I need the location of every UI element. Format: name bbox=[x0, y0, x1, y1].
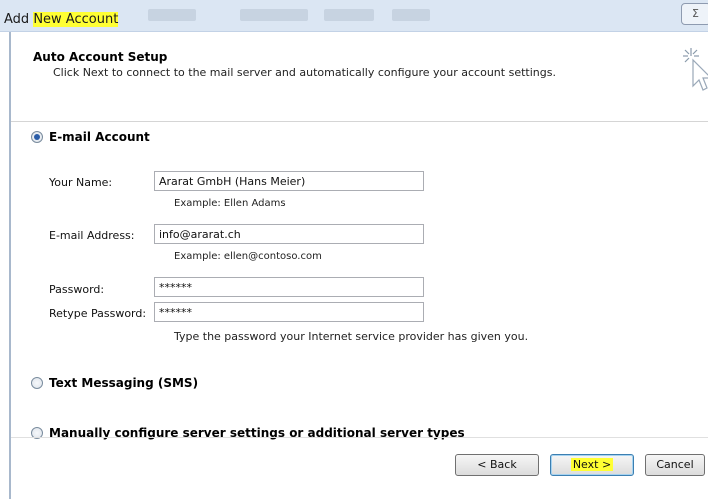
close-icon: Σ bbox=[692, 7, 699, 20]
blurred-toolbar-item bbox=[392, 9, 430, 21]
password-hint: Type the password your Internet service … bbox=[174, 330, 529, 343]
window-title: Add New Account bbox=[4, 12, 119, 27]
email-address-label: E-mail Address: bbox=[49, 229, 135, 242]
cancel-button-label: Cancel bbox=[656, 458, 694, 471]
email-account-label: E-mail Account bbox=[49, 130, 150, 144]
blurred-toolbar-item bbox=[324, 9, 374, 21]
back-button-label: < Back bbox=[477, 458, 517, 471]
cancel-button[interactable]: Cancel bbox=[645, 454, 705, 476]
wizard-cursor-icon bbox=[683, 48, 708, 91]
title-bar: Add New Account Σ bbox=[0, 0, 708, 32]
email-account-radio[interactable]: E-mail Account bbox=[31, 130, 150, 144]
password-input[interactable] bbox=[154, 277, 424, 297]
radio-selected-icon bbox=[31, 131, 43, 143]
window-title-highlight: New Account bbox=[33, 12, 119, 27]
retype-password-input[interactable] bbox=[154, 302, 424, 322]
email-address-input[interactable] bbox=[154, 224, 424, 244]
back-button[interactable]: < Back bbox=[455, 454, 539, 476]
footer-divider bbox=[11, 437, 708, 438]
retype-password-label: Retype Password: bbox=[49, 307, 147, 320]
password-label: Password: bbox=[49, 283, 105, 296]
blurred-toolbar-item bbox=[148, 9, 196, 21]
name-example: Example: Ellen Adams bbox=[174, 198, 286, 209]
dialog-header: Auto Account Setup Click Next to connect… bbox=[11, 42, 708, 122]
close-button[interactable]: Σ bbox=[681, 3, 708, 25]
blurred-toolbar-item bbox=[240, 9, 308, 21]
header-title: Auto Account Setup bbox=[33, 50, 168, 64]
header-subtitle: Click Next to connect to the mail server… bbox=[53, 66, 556, 79]
your-name-label: Your Name: bbox=[49, 176, 113, 189]
your-name-input[interactable] bbox=[154, 171, 424, 191]
sms-label: Text Messaging (SMS) bbox=[49, 376, 199, 390]
sms-radio[interactable]: Text Messaging (SMS) bbox=[31, 376, 198, 390]
email-example: Example: ellen@contoso.com bbox=[174, 251, 322, 262]
add-account-dialog: Auto Account Setup Click Next to connect… bbox=[0, 32, 708, 499]
next-button[interactable]: Next > bbox=[550, 454, 634, 476]
radio-unselected-icon bbox=[31, 377, 43, 389]
next-button-label: Next > bbox=[570, 458, 614, 471]
